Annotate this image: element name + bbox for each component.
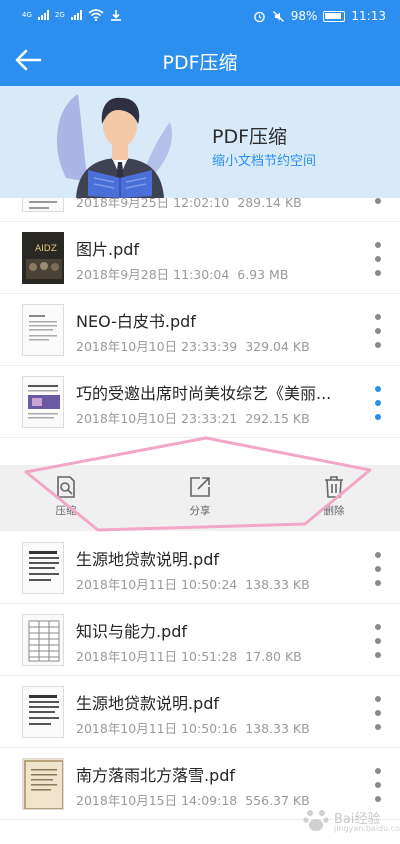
file-size: 329.04 KB — [245, 339, 310, 354]
file-meta: 2018年10月10日 23:33:39 329.04 KB — [76, 336, 310, 355]
trash-icon — [325, 476, 343, 498]
watermark: Bai经验 jingyan.baidu.com — [300, 802, 400, 838]
file-size: 289.14 KB — [237, 198, 302, 210]
pdf-thumbnail — [22, 376, 64, 428]
pdf-thumbnail — [22, 758, 64, 810]
share-button[interactable]: 分享 — [170, 475, 230, 523]
banner-title: PDF压缩 — [212, 126, 288, 148]
file-date: 2018年10月15日 14:09:18 — [76, 793, 238, 808]
file-row-selected[interactable]: 巧的受邀出席时尚美妆综艺《美丽... 2018年10月10日 23:33:21 … — [0, 366, 400, 438]
file-date: 2018年10月10日 23:33:21 — [76, 411, 238, 426]
file-size: 6.93 MB — [237, 267, 289, 282]
compress-icon — [57, 476, 75, 498]
more-options-button[interactable] — [370, 624, 386, 658]
file-name: 知识与能力.pdf — [76, 622, 188, 641]
network-type-1: 4G — [22, 10, 32, 19]
pdf-thumbnail — [22, 304, 64, 356]
file-meta: 2018年10月15日 14:09:18 556.37 KB — [76, 790, 310, 809]
share-label: 分享 — [189, 505, 211, 517]
file-name: 南方落雨北方落雪.pdf — [76, 766, 236, 785]
alarm-icon — [253, 11, 265, 22]
page-title: PDF压缩 — [162, 52, 238, 74]
status-bar: 4G 2G 98% 11:13 — [0, 0, 400, 34]
mute-icon — [272, 10, 284, 22]
more-options-button[interactable] — [370, 768, 386, 802]
feature-banner: PDF压缩 缩小文档节约空间 — [0, 86, 400, 198]
compress-label: 压缩 — [55, 505, 77, 517]
file-size: 138.33 KB — [245, 721, 310, 736]
more-options-button[interactable] — [370, 552, 386, 586]
more-options-button[interactable] — [370, 198, 386, 204]
svg-text:AIDZ: AIDZ — [35, 244, 57, 254]
file-meta: 2018年10月11日 10:50:24 138.33 KB — [76, 574, 310, 593]
file-row[interactable]: NEO-白皮书.pdf 2018年10月10日 23:33:39 329.04 … — [0, 294, 400, 366]
battery-percent: 98% — [290, 9, 318, 23]
share-icon — [190, 477, 210, 497]
file-row[interactable]: AIDZ 图片.pdf 2018年9月28日 11:30:04 6.93 MB — [0, 222, 400, 294]
pdf-thumbnail — [22, 686, 64, 738]
file-date: 2018年9月25日 12:02:10 — [76, 198, 230, 210]
status-bar-right: 98% 11:13 — [253, 9, 386, 23]
file-name: NEO-白皮书.pdf — [76, 312, 196, 331]
file-date: 2018年10月10日 23:33:39 — [76, 339, 238, 354]
file-list: 2018年9月25日 12:02:10 289.14 KB AIDZ 图片.pd… — [0, 198, 400, 844]
signal-icon-2 — [70, 10, 82, 20]
delete-button[interactable]: 删除 — [304, 475, 364, 523]
clock-time: 11:13 — [351, 9, 386, 23]
wifi-icon — [88, 9, 104, 21]
title-bar: PDF压缩 — [0, 34, 400, 86]
file-meta: 2018年10月11日 10:50:16 138.33 KB — [76, 718, 310, 737]
file-action-bar: 压缩 分享 删除 — [0, 465, 400, 531]
pdf-thumbnail — [22, 614, 64, 666]
file-meta: 2018年10月11日 10:51:28 17.80 KB — [76, 646, 302, 665]
more-options-button[interactable] — [370, 696, 386, 730]
file-date: 2018年10月11日 10:50:24 — [76, 577, 238, 592]
battery-icon — [323, 10, 346, 22]
status-bar-left: 4G 2G — [22, 9, 122, 21]
file-row[interactable]: 生源地贷款说明.pdf 2018年10月11日 10:50:24 138.33 … — [0, 532, 400, 604]
file-date: 2018年10月11日 10:50:16 — [76, 721, 238, 736]
file-size: 292.15 KB — [245, 411, 310, 426]
paw-logo-icon — [303, 810, 329, 831]
file-date: 2018年10月11日 10:51:28 — [76, 649, 238, 664]
more-options-button[interactable] — [370, 314, 386, 348]
delete-label: 删除 — [323, 505, 345, 517]
reading-person-illustration — [56, 94, 172, 198]
file-name: 生源地贷款说明.pdf — [76, 550, 220, 569]
compress-button[interactable]: 压缩 — [36, 475, 96, 523]
watermark-url: jingyan.baidu.com — [334, 824, 400, 833]
file-name: 图片.pdf — [76, 240, 140, 259]
download-icon — [110, 10, 121, 21]
file-row[interactable]: 生源地贷款说明.pdf 2018年10月11日 10:50:16 138.33 … — [0, 676, 400, 748]
file-size: 138.33 KB — [245, 577, 310, 592]
file-size: 17.80 KB — [245, 649, 302, 664]
file-row[interactable]: 2018年9月25日 12:02:10 289.14 KB — [0, 198, 400, 222]
file-name: 巧的受邀出席时尚美妆综艺《美丽... — [76, 384, 332, 403]
file-meta: 2018年10月10日 23:33:21 292.15 KB — [76, 408, 310, 427]
pdf-thumbnail: AIDZ — [22, 232, 64, 284]
file-date: 2018年9月28日 11:30:04 — [76, 267, 230, 282]
pdf-thumbnail — [22, 198, 64, 212]
file-meta: 2018年9月25日 12:02:10 289.14 KB — [76, 198, 302, 211]
file-meta: 2018年9月28日 11:30:04 6.93 MB — [76, 264, 288, 283]
signal-icon — [37, 10, 49, 20]
file-row[interactable]: 知识与能力.pdf 2018年10月11日 10:51:28 17.80 KB — [0, 604, 400, 676]
pdf-thumbnail — [22, 542, 64, 594]
file-name: 生源地贷款说明.pdf — [76, 694, 220, 713]
banner-subtitle: 缩小文档节约空间 — [212, 154, 317, 169]
network-type-2: 2G — [54, 10, 65, 19]
more-options-button[interactable] — [370, 242, 386, 276]
more-options-button[interactable] — [370, 386, 386, 420]
